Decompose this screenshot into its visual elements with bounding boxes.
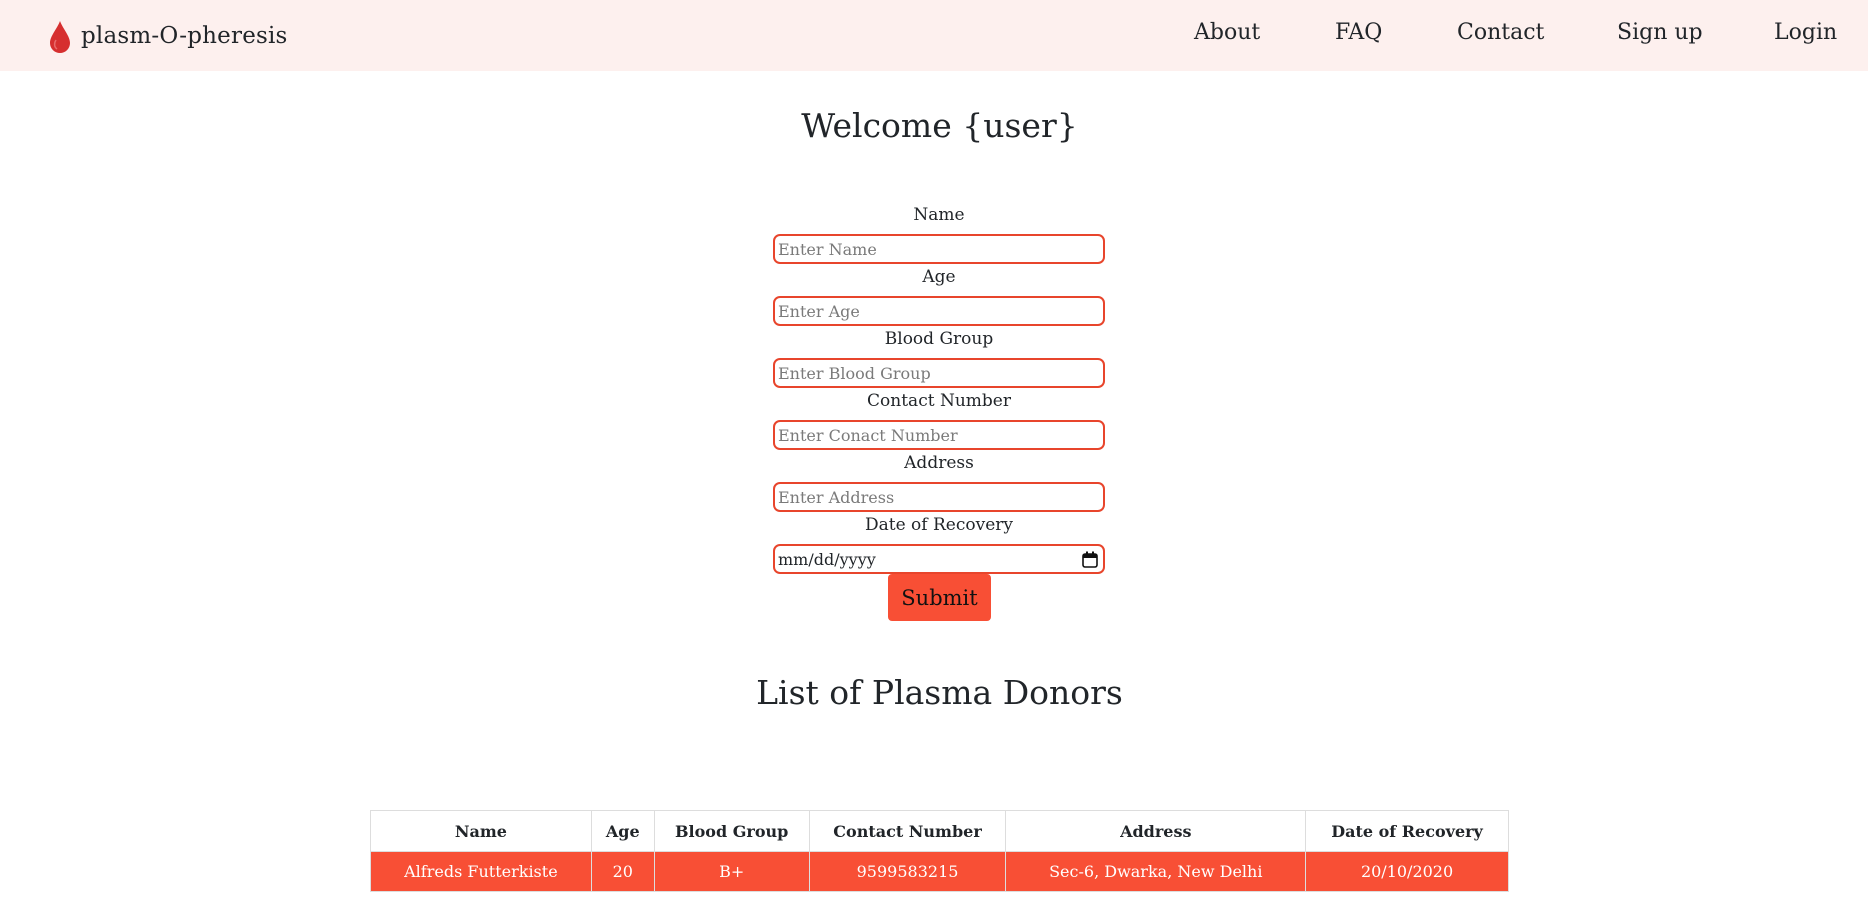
calendar-icon[interactable] [1082, 551, 1098, 568]
nav-contact[interactable]: Contact [1457, 20, 1544, 45]
column-header-age: Age [590, 810, 655, 852]
cell-address: Sec-6, Dwarka, New Delhi [1005, 851, 1307, 892]
cell-blood-group: B+ [653, 851, 810, 892]
nav-faq[interactable]: FAQ [1335, 20, 1382, 45]
column-header-date-of-recovery: Date of Recovery [1305, 810, 1509, 852]
blood-drop-icon [50, 21, 70, 53]
date-format-value: mm/dd/yyyy [778, 549, 876, 569]
date-of-recovery-input[interactable]: mm/dd/yyyy [773, 544, 1105, 574]
column-header-address: Address [1005, 810, 1307, 852]
cell-contact-number: 9599583215 [808, 851, 1007, 892]
name-label: Name [913, 205, 965, 225]
column-header-name: Name [370, 810, 592, 852]
contact-number-label: Contact Number [867, 391, 1011, 411]
name-input[interactable] [773, 234, 1105, 264]
cell-age: 20 [590, 851, 655, 892]
address-label: Address [904, 453, 974, 473]
column-header-blood-group: Blood Group [653, 810, 810, 852]
address-input[interactable] [773, 482, 1105, 512]
donor-list-heading: List of Plasma Donors [756, 673, 1123, 712]
cell-date-of-recovery: 20/10/2020 [1305, 851, 1509, 892]
donor-table: Name Age Blood Group Contact Number Addr… [370, 810, 1509, 892]
cell-name: Alfreds Futterkiste [370, 851, 592, 892]
brand-link[interactable]: plasm-O-pheresis [49, 18, 288, 54]
nav-signup[interactable]: Sign up [1617, 20, 1703, 45]
table-row: Alfreds Futterkiste 20 B+ 9599583215 Sec… [370, 851, 1509, 892]
age-label: Age [922, 267, 956, 287]
donor-form: Name Age Blood Group Contact Number Addr… [773, 202, 1105, 574]
nav-login[interactable]: Login [1774, 20, 1837, 45]
table-header-row: Name Age Blood Group Contact Number Addr… [370, 810, 1509, 852]
nav-about[interactable]: About [1194, 20, 1260, 45]
blood-group-input[interactable] [773, 358, 1105, 388]
welcome-heading: Welcome {user} [801, 106, 1078, 145]
column-header-contact-number: Contact Number [808, 810, 1007, 852]
blood-group-label: Blood Group [884, 329, 994, 349]
contact-number-input[interactable] [773, 420, 1105, 450]
submit-button[interactable]: Submit [888, 574, 991, 621]
navbar: plasm-O-pheresis About FAQ Contact Sign … [0, 0, 1868, 71]
age-input[interactable] [773, 296, 1105, 326]
date-of-recovery-label: Date of Recovery [864, 515, 1013, 535]
brand-name: plasm-O-pheresis [81, 23, 288, 49]
